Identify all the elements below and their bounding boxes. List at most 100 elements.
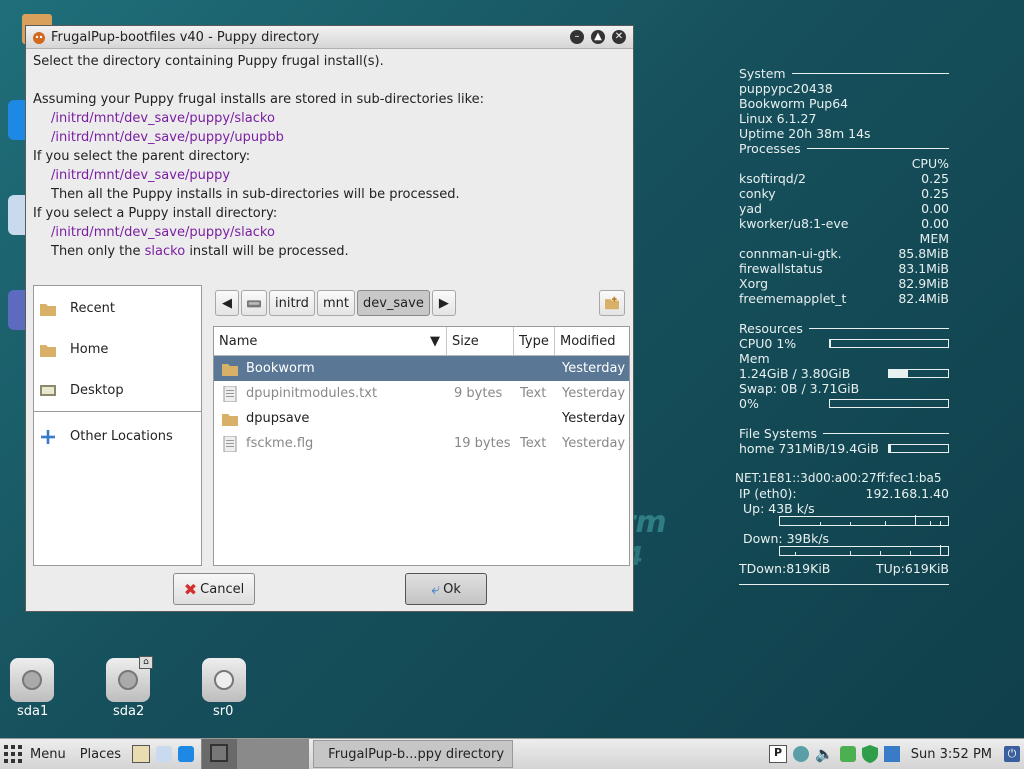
new-folder-button[interactable] xyxy=(599,290,625,316)
distro: Bookworm Pup64 xyxy=(739,96,949,111)
cancel-button[interactable]: ✖ Cancel xyxy=(173,573,255,605)
folder-icon xyxy=(40,343,56,357)
drive-label: sda2 xyxy=(113,704,144,719)
home-badge-icon: ⌂ xyxy=(139,656,153,669)
drive-label: sda1 xyxy=(17,704,48,719)
place-other-locations[interactable]: Other Locations xyxy=(34,416,201,457)
taskbar: Menu Places FrugalPup-b...ppy directory … xyxy=(0,738,1024,769)
desktop-icon xyxy=(40,384,56,398)
path-bar: ◀ initrd mnt dev_save ▶ xyxy=(215,285,456,321)
drive-sda1-icon[interactable] xyxy=(10,658,54,702)
instruction-line: If you select a Puppy install directory: xyxy=(33,204,626,223)
net-header: NET:1E81::3d00:a00:27ff:fec1:ba5 xyxy=(735,471,949,486)
cpu0-bar xyxy=(829,339,949,348)
network-icon[interactable] xyxy=(790,739,812,769)
firewall-shield-icon[interactable] xyxy=(859,739,881,769)
task-button-frugalpup[interactable]: FrugalPup-b...ppy directory xyxy=(313,740,513,768)
home-fs: home 731MiB/19.4GiB xyxy=(739,441,879,456)
download-speed: Down: 39Bk/s xyxy=(739,531,949,546)
process-row: conky0.25 xyxy=(739,186,949,201)
places-menu[interactable]: Places xyxy=(72,739,129,769)
sort-descending-icon: ▼ xyxy=(430,334,440,349)
file-row[interactable]: dpupsave Yesterday xyxy=(214,406,629,431)
path-segment[interactable]: initrd xyxy=(269,290,315,316)
volume-icon[interactable]: 🔈 xyxy=(812,739,837,769)
file-row[interactable]: dpupinitmodules.txt 9 bytes Text Yesterd… xyxy=(214,381,629,406)
instruction-line: If you select the parent directory: xyxy=(33,147,626,166)
cancel-icon: ✖ xyxy=(184,580,197,599)
close-button[interactable]: ✕ xyxy=(612,30,626,44)
process-row: firewallstatus83.1MiB xyxy=(739,261,949,276)
ok-button[interactable]: ⤶ Ok xyxy=(405,573,487,605)
clock[interactable]: Sun 3:52 PM xyxy=(903,739,1000,769)
instructions: Select the directory containing Puppy fr… xyxy=(26,49,633,261)
uptime: Uptime 20h 38m 14s xyxy=(739,126,949,141)
path-segment[interactable]: mnt xyxy=(317,290,355,316)
example-path: /initrd/mnt/dev_save/puppy/upupbb xyxy=(33,128,626,147)
column-modified[interactable]: Modified xyxy=(555,327,629,355)
process-row: yad0.00 xyxy=(739,201,949,216)
grid-icon xyxy=(4,745,22,763)
ip-label: IP (eth0): xyxy=(739,486,797,501)
connection-icon[interactable] xyxy=(881,739,903,769)
places-sidebar: Recent Home Desktop Other Locations xyxy=(33,285,202,566)
workspace-3[interactable] xyxy=(273,739,309,769)
download-graph xyxy=(779,546,949,556)
drive-sr0-icon[interactable] xyxy=(202,658,246,702)
path-root-button[interactable] xyxy=(241,290,267,316)
drive-icon xyxy=(247,297,261,309)
process-row: freememapplet_t82.4MiB xyxy=(739,291,949,306)
tray-p-icon[interactable]: P xyxy=(766,739,790,769)
power-icon[interactable]: ⏻ xyxy=(1000,739,1024,769)
puppy-directory-dialog: FrugalPup-bootfiles v40 - Puppy director… xyxy=(25,25,634,612)
example-path: /initrd/mnt/dev_save/puppy/slacko xyxy=(33,223,626,242)
window-title: FrugalPup-bootfiles v40 - Puppy director… xyxy=(51,30,570,45)
maximize-button[interactable]: ▲ xyxy=(591,30,605,44)
process-row: kworker/u8:1-eve0.00 xyxy=(739,216,949,231)
file-list: Name▼ Size Type Modified Bookworm Yester… xyxy=(213,326,630,566)
path-forward-button[interactable]: ▶ xyxy=(432,290,456,316)
place-recent[interactable]: Recent xyxy=(34,288,201,329)
drive-label: sr0 xyxy=(213,704,233,719)
home-bar xyxy=(888,444,949,453)
place-desktop[interactable]: Desktop xyxy=(34,370,201,411)
text-file-icon xyxy=(222,386,238,402)
section-filesystems: File Systems xyxy=(739,426,817,441)
column-size[interactable]: Size xyxy=(447,327,514,355)
launcher-terminal-icon[interactable] xyxy=(175,739,197,769)
text-file-icon xyxy=(222,436,238,452)
new-folder-icon xyxy=(605,295,619,311)
swap-percent: 0% xyxy=(739,396,759,411)
disk-icon[interactable] xyxy=(837,739,859,769)
plus-icon xyxy=(40,430,56,444)
process-row: ksoftirqd/20.25 xyxy=(739,171,949,186)
place-home[interactable]: Home xyxy=(34,329,201,370)
menu-button[interactable]: Menu xyxy=(0,739,72,769)
folder-icon xyxy=(222,411,238,427)
section-system: System xyxy=(739,66,786,81)
hostname: puppypc20438 xyxy=(739,81,949,96)
file-row[interactable]: Bookworm Yesterday xyxy=(214,356,629,381)
section-processes: Processes xyxy=(739,141,801,156)
launcher-files-icon[interactable] xyxy=(129,739,153,769)
launcher-browser-icon[interactable] xyxy=(153,739,175,769)
minimize-button[interactable]: – xyxy=(570,30,584,44)
process-row: connman-ui-gtk.85.8MiB xyxy=(739,246,949,261)
instruction-line: Then all the Puppy installs in sub-direc… xyxy=(33,185,626,204)
example-path: /initrd/mnt/dev_save/puppy/slacko xyxy=(33,109,626,128)
column-type[interactable]: Type xyxy=(514,327,555,355)
workspace-1[interactable] xyxy=(201,739,237,769)
path-back-button[interactable]: ◀ xyxy=(215,290,239,316)
titlebar[interactable]: FrugalPup-bootfiles v40 - Puppy director… xyxy=(26,26,633,49)
section-resources: Resources xyxy=(739,321,803,336)
mem-value: 1.24GiB / 3.80GiB xyxy=(739,366,850,381)
file-list-header: Name▼ Size Type Modified xyxy=(214,327,629,356)
swap-label: Swap: 0B / 3.71GiB xyxy=(739,381,949,396)
mem-label: Mem xyxy=(739,351,949,366)
column-name[interactable]: Name▼ xyxy=(214,327,447,355)
workspace-2[interactable] xyxy=(237,739,273,769)
folder-icon xyxy=(40,302,56,316)
instruction-line: Select the directory containing Puppy fr… xyxy=(33,52,626,71)
path-segment-current[interactable]: dev_save xyxy=(357,290,430,316)
file-row[interactable]: fsckme.flg 19 bytes Text Yesterday xyxy=(214,431,629,456)
